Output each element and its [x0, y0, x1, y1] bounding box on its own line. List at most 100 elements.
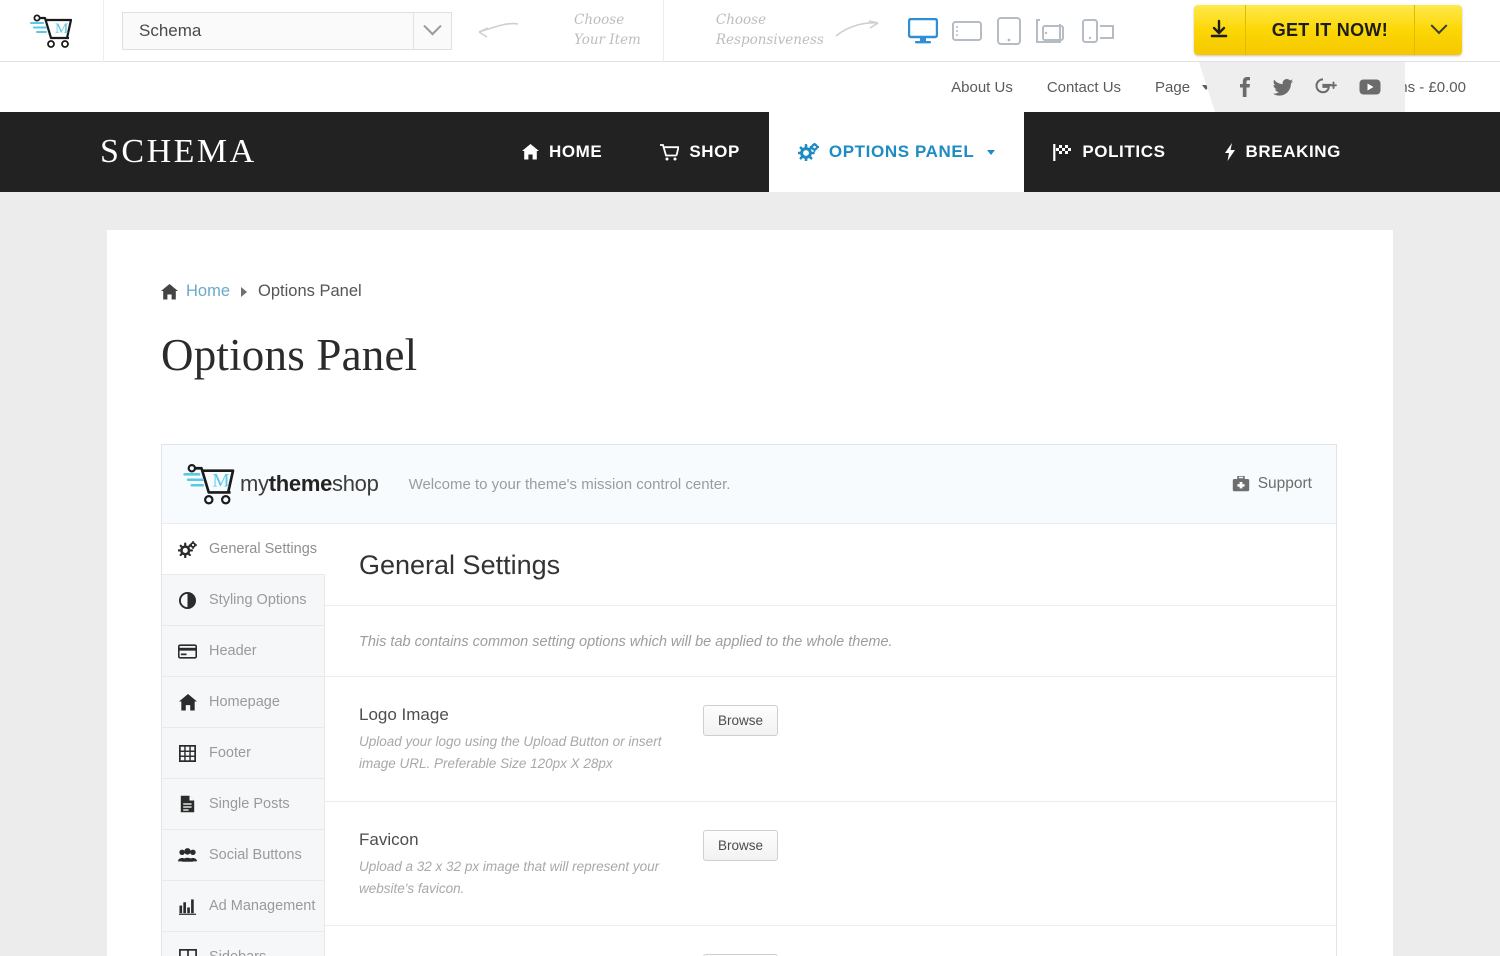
option-label: Favicon [359, 830, 689, 850]
options-tab-label: Ad Management [209, 898, 315, 914]
svg-text:M: M [55, 21, 68, 37]
page-wrapper: Home Options Panel Options Panel [0, 192, 1500, 956]
file-text-icon [178, 795, 197, 813]
options-tab-homepage[interactable]: Homepage [162, 677, 324, 728]
nav-contact-us[interactable]: Contact Us [1047, 79, 1121, 96]
nav-item-politics-label: POLITICS [1082, 142, 1165, 162]
home-icon [178, 694, 197, 711]
options-panel-welcome: Welcome to your theme's mission control … [409, 476, 731, 493]
nav-item-shop-label: SHOP [689, 142, 740, 162]
columns-icon [178, 949, 197, 956]
note-choose-your-item: Choose Your Item [574, 11, 641, 50]
option-field: Logo Image Upload your logo using the Up… [359, 705, 689, 775]
options-panel-body: General Settings Styling Options [162, 524, 1336, 956]
chevron-right-icon [241, 287, 247, 297]
youtube-icon[interactable] [1359, 79, 1381, 95]
credit-card-icon [178, 644, 197, 659]
main-nav-items: HOME SHOP [493, 112, 1370, 192]
group-icon [178, 847, 197, 863]
nav-about-us-label: About Us [951, 79, 1013, 96]
option-control: Browse [703, 830, 778, 900]
mythemeshop-logo[interactable]: M [0, 0, 104, 62]
logo-text-theme: theme [269, 471, 332, 496]
options-tab-footer[interactable]: Footer [162, 728, 324, 779]
gears-icon [178, 541, 197, 558]
laptop-icon[interactable] [952, 18, 982, 44]
options-tab-header[interactable]: Header [162, 626, 324, 677]
options-tab-styling-options[interactable]: Styling Options [162, 575, 324, 626]
home-icon [161, 284, 178, 300]
options-panel: M mythemeshop Welcome to your theme's mi… [161, 444, 1337, 956]
browse-button-logo-image[interactable]: Browse [703, 705, 778, 736]
theme-select[interactable]: Schema [122, 12, 452, 50]
nav-about-us[interactable]: About Us [951, 79, 1013, 96]
breadcrumb-current: Options Panel [258, 282, 362, 301]
nav-item-options-panel-label: OPTIONS PANEL [829, 142, 974, 162]
options-tab-general-settings[interactable]: General Settings [162, 524, 325, 575]
tablet-icon[interactable] [996, 17, 1022, 45]
breadcrumb: Home Options Panel [161, 282, 1337, 301]
options-content-title: General Settings [325, 524, 1336, 606]
nav-item-home[interactable]: HOME [493, 112, 631, 192]
facebook-icon[interactable] [1239, 77, 1251, 97]
table-icon [178, 745, 197, 762]
divider [663, 0, 664, 62]
page-title: Options Panel [161, 329, 1337, 381]
option-control: Browse [703, 705, 778, 775]
option-label: Logo Image [359, 705, 689, 725]
breadcrumb-home-link[interactable]: Home [186, 282, 230, 301]
mythemeshop-logo: M mythemeshop [182, 461, 379, 507]
nav-item-shop[interactable]: SHOP [631, 112, 769, 192]
mythemeshop-cart-icon: M [29, 12, 75, 50]
responsiveness-switcher[interactable] [908, 17, 1116, 45]
theme-select-value: Schema [123, 21, 413, 41]
contrast-icon [178, 592, 197, 609]
mythemeshop-cart-icon: M [182, 461, 238, 507]
support-link[interactable]: Support [1232, 475, 1312, 493]
gears-icon [798, 143, 819, 161]
svg-text:M: M [212, 470, 229, 491]
bar-chart-icon [178, 898, 197, 915]
nav-item-breaking[interactable]: BREAKING [1195, 112, 1370, 192]
note-choose-responsiveness: Choose Responsiveness [716, 11, 824, 50]
tablet-landscape-icon[interactable] [1036, 18, 1068, 44]
arrow-left-icon [474, 20, 520, 42]
options-panel-header: M mythemeshop Welcome to your theme's mi… [162, 445, 1336, 524]
nav-item-home-label: HOME [549, 142, 602, 162]
get-it-now-label[interactable]: GET IT NOW! [1246, 5, 1414, 55]
flag-icon [1053, 144, 1072, 161]
nav-item-politics[interactable]: POLITICS [1024, 112, 1194, 192]
nav-contact-us-label: Contact Us [1047, 79, 1121, 96]
options-tab-label: General Settings [209, 541, 317, 557]
chevron-down-icon [987, 150, 995, 155]
get-it-now-chevron-down-icon[interactable] [1414, 5, 1462, 55]
browse-button-favicon[interactable]: Browse [703, 830, 778, 861]
options-tab-label: Social Buttons [209, 847, 302, 863]
option-row-logo-image: Logo Image Upload your logo using the Up… [325, 677, 1336, 802]
download-icon[interactable] [1194, 5, 1246, 55]
options-tab-social-buttons[interactable]: Social Buttons [162, 830, 324, 881]
twitter-icon[interactable] [1273, 79, 1293, 96]
site-brand[interactable]: SCHEMA [100, 112, 257, 192]
options-tab-single-posts[interactable]: Single Posts [162, 779, 324, 830]
get-it-now-button[interactable]: GET IT NOW! [1194, 5, 1462, 55]
chevron-down-icon[interactable] [413, 13, 451, 49]
desktop-icon[interactable] [908, 18, 938, 44]
mobile-icon[interactable] [1082, 18, 1116, 44]
medkit-icon [1232, 476, 1250, 492]
cart-icon [660, 144, 679, 161]
nav-item-options-panel[interactable]: OPTIONS PANEL [769, 112, 1024, 192]
option-help-text: Upload your logo using the Upload Button… [359, 731, 689, 775]
options-tab-label: Styling Options [209, 592, 307, 608]
social-links [1215, 62, 1405, 112]
options-tab-sidebars[interactable]: Sidebars [162, 932, 324, 956]
site-secondary-nav: About Us Contact Us Page Login 0 items -… [0, 62, 1500, 112]
options-tab-label: Single Posts [209, 796, 290, 812]
options-panel-content: General Settings This tab contains commo… [325, 524, 1336, 956]
options-tab-ad-management[interactable]: Ad Management [162, 881, 324, 932]
bolt-icon [1224, 143, 1236, 161]
arrow-right-icon [834, 20, 882, 42]
options-panel-tabs: General Settings Styling Options [162, 524, 325, 956]
google-plus-icon[interactable] [1315, 78, 1337, 96]
options-content-description: This tab contains common setting options… [325, 606, 1336, 677]
